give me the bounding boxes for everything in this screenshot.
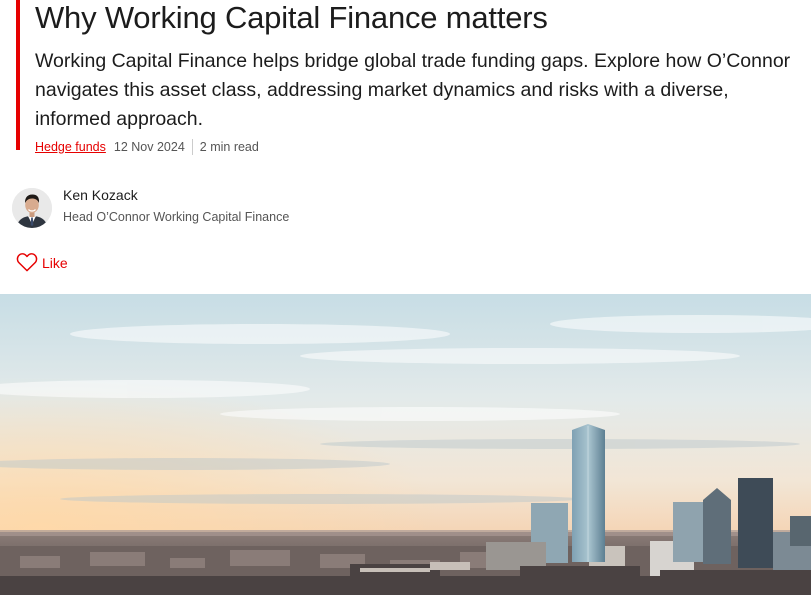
author-block: Ken Kozack Head O’Connor Working Capital… — [12, 186, 289, 230]
publish-date: 12 Nov 2024 — [113, 140, 185, 154]
meta-divider — [191, 139, 193, 155]
author-name[interactable]: Ken Kozack — [63, 186, 289, 204]
like-button[interactable]: Like — [16, 251, 68, 275]
hero-image — [0, 294, 811, 595]
heart-outline-icon — [16, 252, 38, 275]
avatar-portrait — [12, 188, 52, 228]
city-skyline-photo — [0, 294, 811, 595]
article-header: Why Working Capital Finance matters Work… — [0, 0, 811, 160]
article-lead: Working Capital Finance helps bridge glo… — [35, 50, 791, 130]
author-role: Head O’Connor Working Capital Finance — [63, 210, 290, 224]
read-time: 2 min read — [199, 140, 259, 154]
like-label: Like — [42, 255, 68, 271]
avatar[interactable] — [12, 188, 52, 228]
category-link[interactable]: Hedge funds — [35, 140, 106, 154]
accent-bar — [16, 0, 20, 150]
author-text: Ken Kozack Head O’Connor Working Capital… — [63, 187, 290, 226]
article-meta: Hedge funds 12 Nov 2024 2 min read — [35, 138, 259, 156]
article-title: Why Working Capital Finance matters — [35, 0, 548, 35]
